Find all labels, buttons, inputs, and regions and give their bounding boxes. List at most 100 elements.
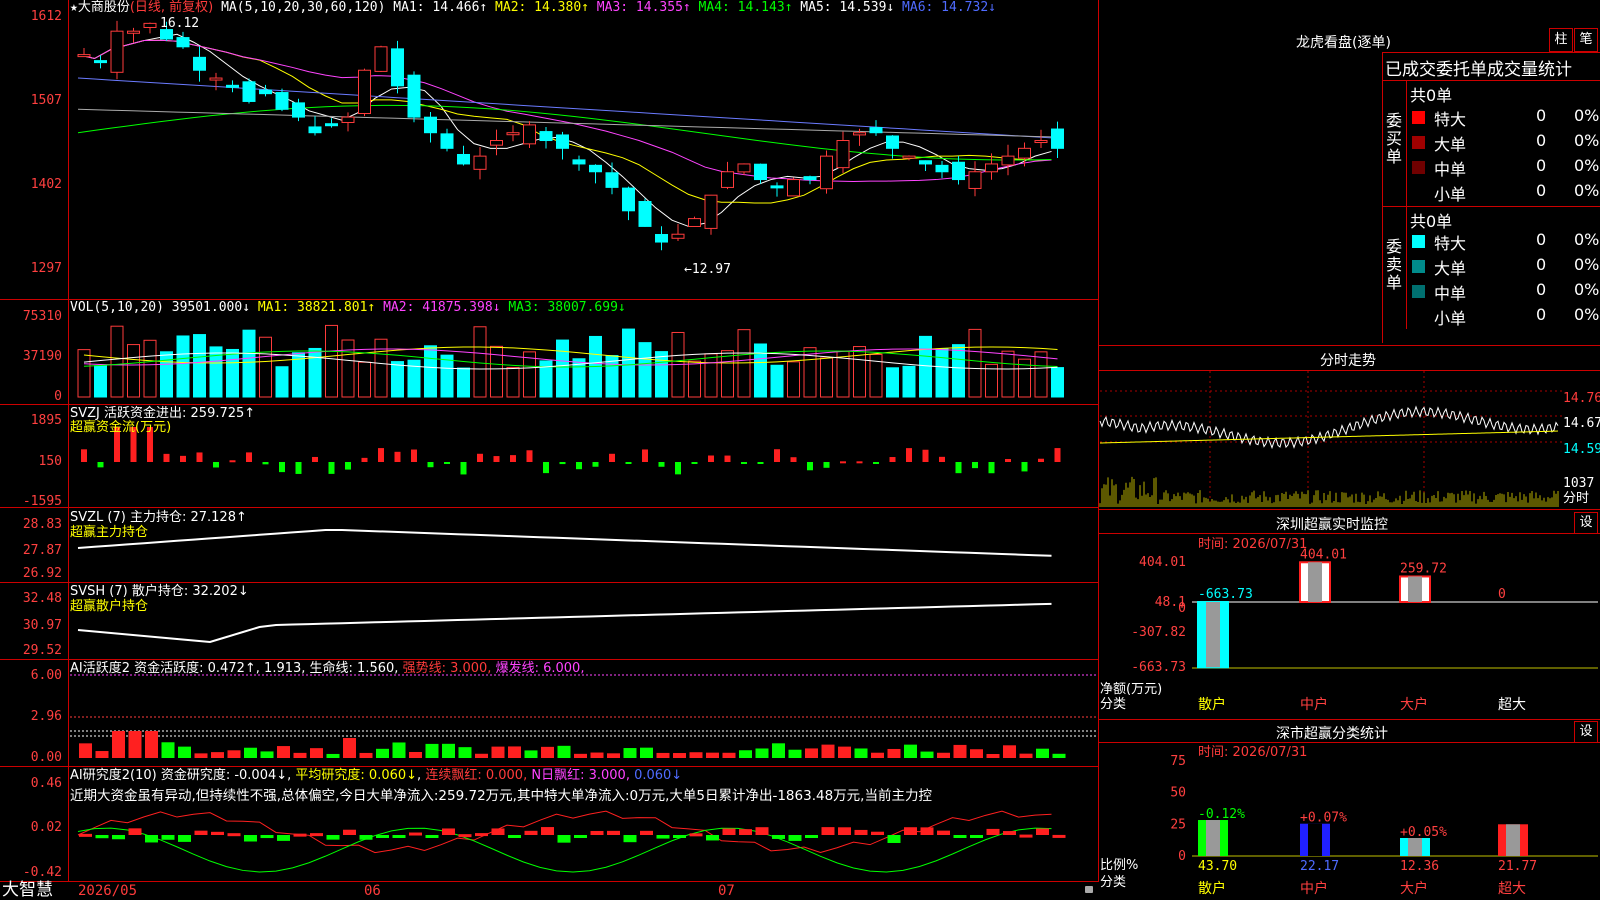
activity-bar [772,743,785,758]
volume-bar [721,350,734,398]
classify-xlabel: 分类 [1100,875,1127,890]
classify-chart: 75 50 25 0 -0.12% 43.70 散户 +0.07% 22.17 中户 +0.05% 1… [1170,754,1598,897]
activity-bar [376,748,389,758]
price-tick: 1402 [30,177,62,192]
volume-bar [952,344,965,398]
candle [391,48,404,87]
volume-bar [655,351,668,398]
divider [1098,719,1600,720]
candle [292,102,305,118]
vol-ma2: MA2: 41875.398↓ [383,300,501,315]
main-chart-area[interactable]: ★大商股份(日线, 前复权) MA(5,10,20,30,60,120) MA1… [0,0,1099,900]
research-bar [970,835,983,838]
candle [127,30,140,34]
volume-bar [325,324,338,398]
activity-bar [211,752,224,758]
order-percent: 0% [1574,156,1600,175]
order-size-label: 特大 [1434,110,1467,129]
order-size-label: 大单 [1434,135,1467,154]
fund-flow-bar [163,453,170,462]
activity-bar [953,744,967,758]
intraday-tick: 14.76 [1563,391,1600,406]
activity-bar [293,752,307,758]
volume-bar [556,339,569,398]
activity-bar [79,743,92,758]
research-bar [623,835,637,843]
order-count: 0 [1536,280,1547,299]
classify-settings-button[interactable]: 设 [1574,721,1598,743]
ma-line [77,77,1052,139]
research-bar [904,827,917,835]
lock-icon[interactable] [1085,886,1093,893]
divider [1406,81,1407,329]
fund-flow-bar [559,462,566,465]
candle [424,116,437,134]
ma-line [77,39,1052,183]
candle [176,37,190,48]
candle [919,160,932,165]
svzl-tick: 28.83 [22,517,62,532]
activity-bar [1036,748,1049,758]
favorite-star-icon[interactable]: ★ [70,0,78,15]
volume-bar [457,367,470,398]
volume-bar [424,345,437,398]
divider [1382,206,1600,207]
candle [358,69,371,115]
svzl-tick: 26.92 [22,566,62,581]
candle [275,92,289,110]
research-bar [557,835,571,843]
fund-flow-bar [312,456,318,462]
candle [407,74,421,118]
date-tick: 2026/05 [78,883,138,899]
activity-bar [145,731,158,758]
classify-bar [1408,837,1422,856]
order-count: 0 [1536,230,1547,249]
fund-flow-bar [1005,458,1011,462]
svzj-tick: 150 [38,454,62,469]
svzj-sub: 超赢资金流(万元) [70,420,172,435]
research-bar [821,827,835,835]
activity-bar [491,746,505,758]
order-percent: 0% [1574,181,1600,200]
research-bar [112,835,125,840]
fund-flow-bar [592,462,599,467]
candle [259,89,272,95]
fund-flow-bar [526,450,533,462]
monitor-tick: 404.01 [1139,555,1186,570]
activity-bar [904,744,917,758]
research-bar [574,835,587,838]
candle [968,171,982,189]
candle [770,185,784,189]
ai-research-extra: 0.060↓ [634,768,683,783]
period-label[interactable]: (日线, 前复权) [130,0,213,15]
fund-flow-bar [741,462,747,464]
classify-bar [1506,824,1520,856]
research-bar [277,835,290,841]
candle [688,218,701,227]
intraday-chart[interactable] [1098,371,1600,507]
fund-flow-bar [724,455,731,462]
candle [440,133,454,149]
candle [1034,140,1048,144]
ai-active-v2: 1.913 [264,661,302,676]
research-bar [376,835,389,838]
vol-tick: 75310 [22,309,62,324]
divider [1098,509,1600,510]
classify-change: +0.05% [1400,825,1447,840]
research-bar [805,835,818,838]
candle [886,135,899,149]
monitor-tick: 0 [1178,601,1186,616]
main-position-line [77,529,1052,557]
fund-flow-bar [81,449,87,462]
monitor-settings-button[interactable]: 设 [1574,512,1598,534]
candle [671,233,685,239]
candle [589,164,602,173]
fund-flow-bar [609,453,615,462]
candle [77,54,91,58]
research-bar [838,827,851,835]
fund-flow-bar [625,462,632,464]
volume-bar [853,346,866,398]
tick-view-button[interactable]: 笔 [1574,28,1598,52]
bar-view-button[interactable]: 柱 [1549,28,1573,52]
volume-bar [143,339,157,398]
